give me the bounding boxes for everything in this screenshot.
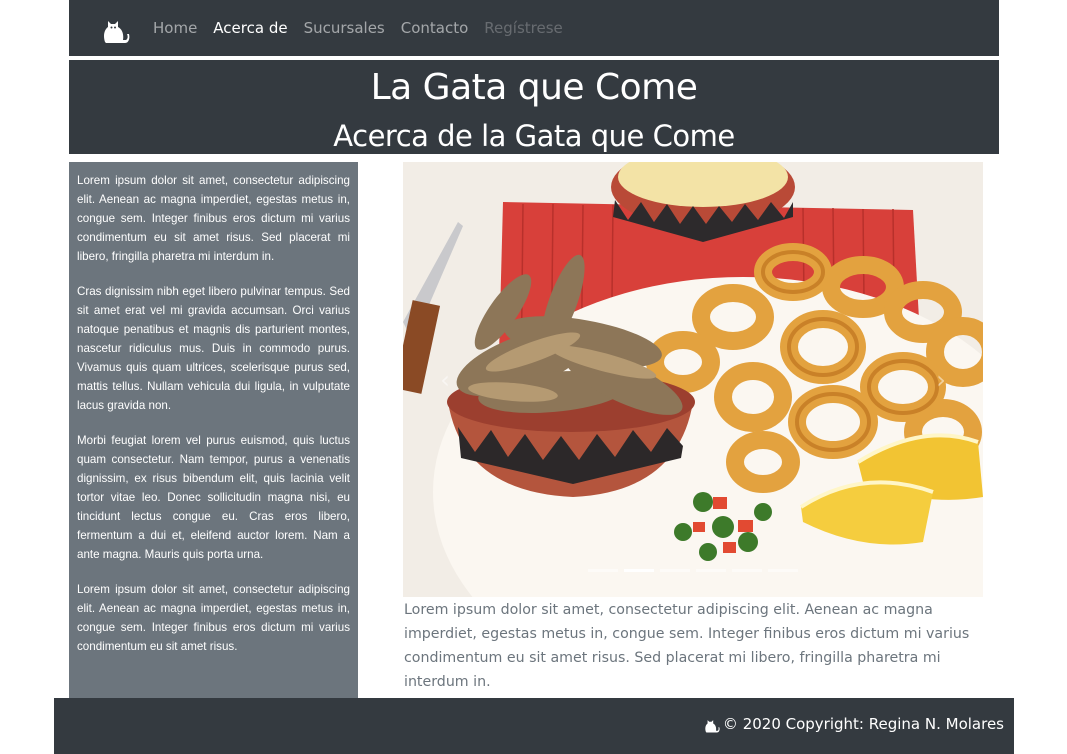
sidebar-paragraph: Cras dignissim nibh eget libero pulvinar… bbox=[77, 285, 350, 412]
carousel-indicator-active[interactable] bbox=[624, 569, 654, 572]
nav-link-contacto[interactable]: Contacto bbox=[401, 19, 469, 37]
chevron-right-icon[interactable]: › bbox=[929, 362, 953, 398]
carousel-indicator[interactable] bbox=[732, 569, 762, 572]
copyright-text: © 2020 Copyright: Regina N. Molares bbox=[722, 715, 1004, 733]
nav-link-registrese: Regístrese bbox=[484, 19, 563, 37]
sidebar-paragraph: Lorem ipsum dolor sit amet, consectetur … bbox=[77, 583, 350, 653]
carousel-indicators bbox=[403, 569, 983, 572]
carousel-slide-image bbox=[403, 162, 983, 597]
chevron-left-icon[interactable]: ‹ bbox=[433, 362, 457, 398]
cat-icon[interactable] bbox=[100, 12, 130, 44]
nav-links: Home Acerca de Sucursales Contacto Regís… bbox=[153, 0, 579, 56]
sidebar-text: Lorem ipsum dolor sit amet, consectetur … bbox=[69, 162, 358, 698]
carousel-indicator[interactable] bbox=[768, 569, 798, 572]
footer: © 2020 Copyright: Regina N. Molares bbox=[54, 698, 1014, 754]
page-header: La Gata que Come Acerca de la Gata que C… bbox=[69, 60, 999, 154]
nav-link-home[interactable]: Home bbox=[153, 19, 197, 37]
sidebar-paragraph: Lorem ipsum dolor sit amet, consectetur … bbox=[77, 174, 350, 263]
nav-link-sucursales[interactable]: Sucursales bbox=[304, 19, 385, 37]
footer-copyright: © 2020 Copyright: Regina N. Molares bbox=[703, 715, 1004, 733]
image-carousel[interactable]: ‹ › bbox=[403, 162, 983, 597]
carousel-indicator[interactable] bbox=[696, 569, 726, 572]
navbar: Home Acerca de Sucursales Contacto Regís… bbox=[69, 0, 999, 56]
page-subtitle: Acerca de la Gata que Come bbox=[333, 119, 735, 153]
carousel-indicator[interactable] bbox=[588, 569, 618, 572]
image-caption: Lorem ipsum dolor sit amet, consectetur … bbox=[404, 602, 970, 690]
page-title: La Gata que Come bbox=[370, 67, 698, 108]
nav-link-acerca-de[interactable]: Acerca de bbox=[213, 19, 287, 37]
cat-icon bbox=[705, 720, 720, 733]
carousel-indicator[interactable] bbox=[660, 569, 690, 572]
sidebar-paragraph: Morbi feugiat lorem vel purus euismod, q… bbox=[77, 434, 350, 561]
